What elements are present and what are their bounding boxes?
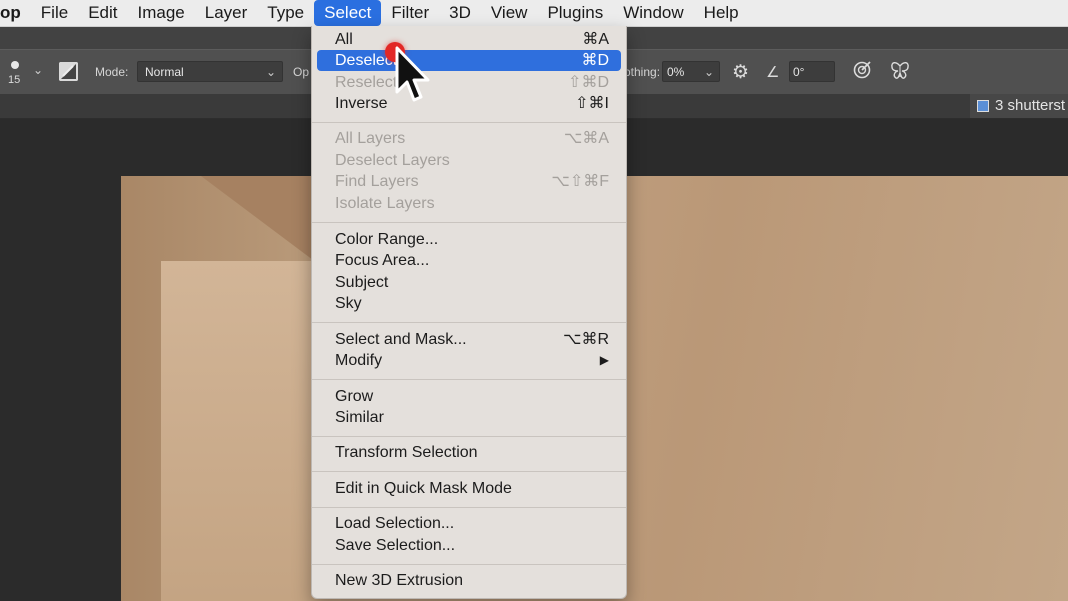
chevron-down-icon: ⌄ <box>703 65 714 79</box>
menu-item-new-3d-extrusion[interactable]: New 3D Extrusion <box>317 570 621 591</box>
menu-item-similar[interactable]: Similar <box>317 407 621 428</box>
menu-plugins[interactable]: Plugins <box>537 0 613 26</box>
gear-icon[interactable]: ⚙ <box>732 61 749 84</box>
menu-item-label: Focus Area... <box>335 252 430 269</box>
menu-view[interactable]: View <box>481 0 538 26</box>
pressure-icon[interactable] <box>852 60 872 80</box>
menu-item-deselect-layers[interactable]: Deselect Layers <box>317 150 621 171</box>
mode-select[interactable]: Normal ⌄ <box>137 61 283 82</box>
smoothing-input[interactable]: 0% ⌄ <box>662 61 720 82</box>
menu-item-subject[interactable]: Subject <box>317 272 621 293</box>
menu-help[interactable]: Help <box>694 0 749 26</box>
menu-item-label: Edit in Quick Mask Mode <box>335 480 512 497</box>
menu-separator <box>312 436 626 437</box>
document-tab-title: 3 shutterst <box>995 97 1066 114</box>
menu-item-save-selection[interactable]: Save Selection... <box>317 535 621 556</box>
document-icon <box>977 100 989 113</box>
menu-item-shortcut: ⌥⌘A <box>563 130 609 147</box>
menu-item-label: Modify <box>335 352 383 369</box>
menu-item-isolate-layers[interactable]: Isolate Layers <box>317 193 621 214</box>
menu-separator <box>312 507 626 508</box>
document-tab[interactable]: 3 shutterst <box>970 94 1068 118</box>
menu-item-color-range[interactable]: Color Range... <box>317 229 621 250</box>
menu-file[interactable]: File <box>31 0 78 26</box>
menu-item-shortcut: ⇧⌘I <box>575 95 609 112</box>
menu-item-label: Save Selection... <box>335 537 456 554</box>
menu-item-shortcut: ⌥⌘R <box>563 331 609 348</box>
menu-item-label: New 3D Extrusion <box>335 572 464 589</box>
canvas-ceiling-shadow <box>201 176 321 266</box>
menu-item-select-and-mask[interactable]: Select and Mask... ⌥⌘R <box>317 329 621 350</box>
chevron-down-icon: ⌄ <box>265 65 276 79</box>
menu-item-label: Sky <box>335 295 362 312</box>
menu-item-find-layers[interactable]: Find Layers ⌥⇧⌘F <box>317 171 621 192</box>
menu-item-label: Grow <box>335 388 374 405</box>
symmetry-butterfly-icon[interactable] <box>889 60 911 82</box>
menu-item-all-layers[interactable]: All Layers ⌥⌘A <box>317 128 621 149</box>
menu-item-deselect[interactable]: Deselect ⌘D <box>317 50 621 71</box>
angle-icon: ∠ <box>766 64 780 81</box>
menu-select[interactable]: Select <box>314 0 382 26</box>
menu-item-label: All <box>335 31 353 48</box>
menu-item-label: Deselect Layers <box>335 152 450 169</box>
menu-item-modify[interactable]: Modify ▶ <box>317 350 621 371</box>
menu-separator <box>312 379 626 380</box>
app-menu[interactable]: op <box>0 0 31 26</box>
brush-preset-icon[interactable] <box>11 61 19 69</box>
menu-item-label: All Layers <box>335 130 406 147</box>
menu-item-label: Subject <box>335 274 389 291</box>
menu-edit[interactable]: Edit <box>78 0 127 26</box>
angle-value: 0° <box>793 65 805 79</box>
menu-item-label: Isolate Layers <box>335 195 435 212</box>
smoothing-value: 0% <box>667 65 685 79</box>
menu-item-label: Color Range... <box>335 231 439 248</box>
toggle-brush-panel-icon[interactable] <box>59 62 78 81</box>
menu-filter[interactable]: Filter <box>381 0 439 26</box>
menu-window[interactable]: Window <box>613 0 693 26</box>
smoothing-label: othing: <box>624 65 661 79</box>
select-dropdown-menu: All ⌘A Deselect ⌘D Reselect ⇧⌘D Inverse ⇧⌘I … <box>311 26 627 599</box>
menu-separator <box>312 471 626 472</box>
brush-size-value: 15 <box>8 74 21 86</box>
menu-item-label: Reselect <box>335 74 398 91</box>
chevron-down-icon[interactable]: ⌄ <box>33 63 43 77</box>
menu-item-all[interactable]: All ⌘A <box>317 29 621 50</box>
menu-item-shortcut: ⌘D <box>581 52 609 69</box>
menu-item-label: Load Selection... <box>335 515 455 532</box>
menu-item-label: Transform Selection <box>335 444 478 461</box>
menu-item-label: Find Layers <box>335 173 419 190</box>
menu-type[interactable]: Type <box>257 0 314 26</box>
mode-label: Mode: <box>95 65 129 79</box>
menu-separator <box>312 122 626 123</box>
menu-separator <box>312 222 626 223</box>
menu-item-label: Similar <box>335 409 384 426</box>
menu-bar: op File Edit Image Layer Type Select Fil… <box>0 0 1068 27</box>
menu-separator <box>312 322 626 323</box>
menu-item-focus-area[interactable]: Focus Area... <box>317 250 621 271</box>
menu-item-label: Inverse <box>335 95 388 112</box>
menu-image[interactable]: Image <box>127 0 194 26</box>
submenu-arrow-icon: ▶ <box>599 353 609 367</box>
menu-item-shortcut: ⌘A <box>582 31 609 48</box>
menu-separator <box>312 564 626 565</box>
mode-select-value: Normal <box>145 65 184 79</box>
menu-3d[interactable]: 3D <box>439 0 481 26</box>
menu-item-quick-mask[interactable]: Edit in Quick Mask Mode <box>317 478 621 499</box>
opacity-label: Op <box>293 65 310 79</box>
mouse-pointer-icon <box>395 46 430 102</box>
menu-item-load-selection[interactable]: Load Selection... <box>317 513 621 534</box>
menu-item-shortcut: ⌥⇧⌘F <box>551 173 609 190</box>
menu-item-shortcut: ⇧⌘D <box>568 74 609 91</box>
menu-layer[interactable]: Layer <box>195 0 258 26</box>
menu-item-sky[interactable]: Sky <box>317 293 621 314</box>
menu-item-inverse[interactable]: Inverse ⇧⌘I <box>317 93 621 114</box>
angle-input[interactable]: 0° <box>789 61 835 82</box>
menu-item-reselect[interactable]: Reselect ⇧⌘D <box>317 72 621 93</box>
menu-item-label: Select and Mask... <box>335 331 467 348</box>
menu-item-transform-selection[interactable]: Transform Selection <box>317 442 621 463</box>
menu-item-grow[interactable]: Grow <box>317 386 621 407</box>
